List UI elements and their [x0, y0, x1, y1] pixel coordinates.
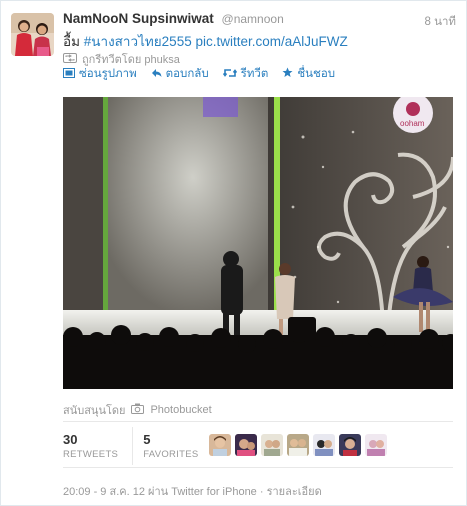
- retweets-stat[interactable]: 30 RETWEETS: [63, 432, 132, 460]
- tweet-timestamp[interactable]: 20:09 - 9 ส.ค. 12 ผ่าน Twitter for iPhon…: [63, 486, 257, 498]
- hide-photo-label: ซ่อนรูปภาพ: [79, 68, 137, 80]
- tweet-text-prefix: อื้ม: [63, 34, 84, 49]
- footer-separator: ·: [256, 486, 267, 498]
- tweet-time[interactable]: 8 นาที: [425, 13, 457, 31]
- photo-icon: [63, 67, 75, 81]
- favorites-label: FAVORITES: [143, 449, 199, 460]
- tweet-photo[interactable]: ooham: [63, 97, 453, 389]
- retweeter-avatar[interactable]: [365, 434, 387, 456]
- pic-link[interactable]: pic.twitter.com/aAlJuFWZ: [195, 34, 347, 49]
- retweets-count: 30: [63, 432, 78, 447]
- hashtag-link[interactable]: #นางสาวไทย2555: [84, 34, 192, 49]
- tweet-actions: ซ่อนรูปภาพ ตอบกลับ รีทวีต ชื่นชอบ: [63, 65, 335, 83]
- favorite-label: ชื่นชอบ: [297, 68, 336, 80]
- details-link[interactable]: รายละเอียด: [267, 486, 322, 498]
- author-handle[interactable]: @namnoon: [222, 12, 284, 26]
- photo-credit-provider[interactable]: Photobucket: [150, 404, 211, 416]
- tweet-card: NamNooN Supsinwiwat @namnoon 8 นาที อื้ม…: [0, 0, 467, 506]
- avatar[interactable]: [11, 13, 54, 56]
- reply-button[interactable]: ตอบกลับ: [151, 65, 209, 83]
- star-icon: [282, 67, 293, 81]
- logo-text: ooham: [400, 119, 425, 128]
- retweeter-avatar[interactable]: [287, 434, 309, 456]
- retweet-button[interactable]: รีทวีต: [222, 65, 269, 83]
- divider: [63, 421, 453, 422]
- reply-icon: [151, 68, 162, 81]
- retweeter-avatars: [209, 434, 387, 456]
- favorites-stat[interactable]: 5 FAVORITES: [132, 427, 212, 465]
- hide-photo-button[interactable]: ซ่อนรูปภาพ: [63, 65, 137, 83]
- photo-credit: สนับสนุนโดย Photobucket: [63, 401, 212, 419]
- tweet-text: อื้ม #นางสาวไทย2555 pic.twitter.com/aAlJ…: [63, 30, 348, 52]
- tweet-footer: 20:09 - 9 ส.ค. 12 ผ่าน Twitter for iPhon…: [63, 482, 322, 500]
- divider: [63, 467, 453, 468]
- retweet-label: รีทวีต: [240, 68, 269, 80]
- retweeter-avatar[interactable]: [339, 434, 361, 456]
- retweet-small-icon: [63, 52, 77, 66]
- photo-credit-prefix: สนับสนุนโดย: [63, 405, 126, 417]
- retweet-icon: [222, 68, 237, 81]
- author-name[interactable]: NamNooN Supsinwiwat @namnoon: [63, 11, 284, 26]
- favorite-button[interactable]: ชื่นชอบ: [282, 65, 335, 83]
- retweeter-avatar[interactable]: [313, 434, 335, 456]
- retweets-label: RETWEETS: [63, 449, 119, 460]
- author-display-name[interactable]: NamNooN Supsinwiwat: [63, 11, 214, 26]
- camera-icon: [131, 403, 145, 417]
- reply-label: ตอบกลับ: [165, 68, 209, 80]
- favorites-count: 5: [143, 432, 151, 447]
- retweeter-avatar[interactable]: [235, 434, 257, 456]
- tweet-stats: 30 RETWEETS 5 FAVORITES: [63, 427, 213, 465]
- retweeter-avatar[interactable]: [209, 434, 231, 456]
- retweeter-avatar[interactable]: [261, 434, 283, 456]
